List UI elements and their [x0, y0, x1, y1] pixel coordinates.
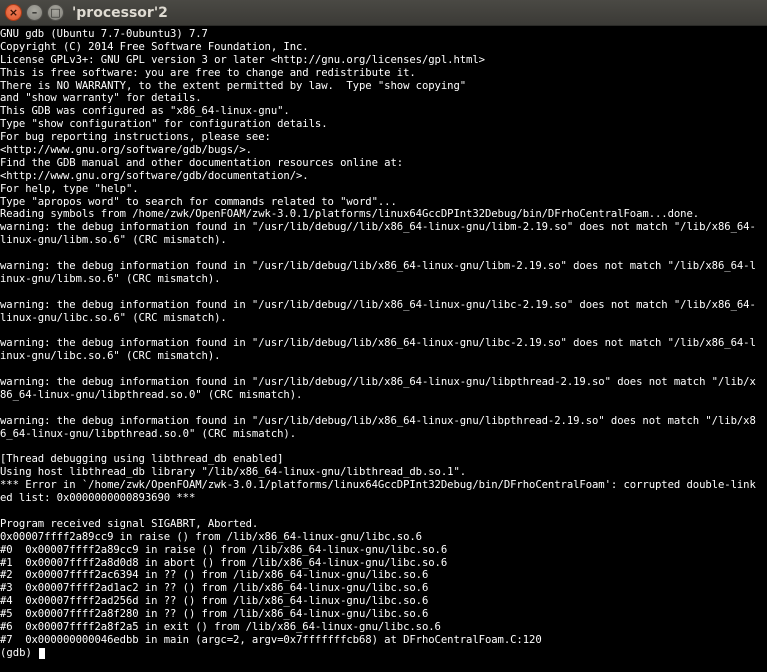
terminal-line: This GDB was configured as "x86_64-linux…	[0, 105, 290, 118]
terminal-line: 86_64-linux-gnu/libpthread.so.0" (CRC mi…	[0, 388, 303, 401]
terminal-line: There is NO WARRANTY, to the extent perm…	[0, 79, 467, 92]
title-bar[interactable]: × – □ 'processor'2	[0, 0, 767, 26]
maximize-window-button[interactable]: □	[47, 4, 64, 21]
terminal-line: #5 0x00007ffff2a8f280 in ?? () from /lib…	[0, 608, 429, 621]
terminal-line: #7 0x000000000046edbb in main (argc=2, a…	[0, 633, 542, 646]
terminal-line: Type "show configuration" for configurat…	[0, 118, 328, 131]
window-title: 'processor'2	[72, 5, 168, 21]
terminal-line: linux-gnu/libc.so.6" (CRC mismatch).	[0, 311, 227, 324]
minimize-window-button[interactable]: –	[26, 4, 43, 21]
terminal-line: #0 0x00007ffff2a89cc9 in raise () from /…	[0, 543, 448, 556]
terminal-line: This is free software: you are free to c…	[0, 66, 416, 79]
terminal-line: #1 0x00007ffff2a8d0d8 in abort () from /…	[0, 556, 448, 569]
minimize-icon: –	[31, 6, 38, 19]
terminal-line: For help, type "help".	[0, 182, 139, 195]
terminal-line: ed list: 0x0000000000893690 ***	[0, 492, 196, 505]
terminal-line: #2 0x00007ffff2ac6394 in ?? () from /lib…	[0, 569, 429, 582]
terminal-line: linux-gnu/libm.so.6" (CRC mismatch).	[0, 234, 227, 247]
terminal-output[interactable]: GNU gdb (Ubuntu 7.7-0ubuntu3) 7.7 Copyrig…	[0, 26, 767, 672]
terminal-line: warning: the debug information found in …	[0, 414, 756, 427]
terminal-line: inux-gnu/libm.so.6" (CRC mismatch).	[0, 272, 221, 285]
terminal-line: 0x00007ffff2a89cc9 in raise () from /lib…	[0, 530, 422, 543]
terminal-lines: GNU gdb (Ubuntu 7.7-0ubuntu3) 7.7 Copyrig…	[0, 28, 767, 647]
terminal-line: inux-gnu/libc.so.6" (CRC mismatch).	[0, 350, 221, 363]
close-icon: ×	[8, 6, 19, 19]
terminal-line: warning: the debug information found in …	[0, 298, 756, 311]
terminal-line: Using host libthread_db library "/lib/x8…	[0, 466, 467, 479]
gdb-prompt: (gdb)	[0, 646, 39, 659]
terminal-line: Find the GDB manual and other documentat…	[0, 156, 404, 169]
terminal-line: Reading symbols from /home/zwk/OpenFOAM/…	[0, 208, 700, 221]
terminal-window: × – □ 'processor'2 GNU gdb (Ubuntu 7.7-0…	[0, 0, 767, 672]
terminal-line: #4 0x00007ffff2ad256d in ?? () from /lib…	[0, 595, 429, 608]
maximize-icon: □	[50, 6, 61, 19]
terminal-line: warning: the debug information found in …	[0, 337, 756, 350]
terminal-line: Program received signal SIGABRT, Aborted…	[0, 517, 259, 530]
terminal-line: For bug reporting instructions, please s…	[0, 131, 271, 144]
terminal-line: warning: the debug information found in …	[0, 221, 756, 234]
terminal-line: Copyright (C) 2014 Free Software Foundat…	[0, 40, 309, 53]
terminal-line: <http://www.gnu.org/software/gdb/documen…	[0, 169, 309, 182]
terminal-line: #3 0x00007ffff2ad1ac2 in ?? () from /lib…	[0, 582, 429, 595]
terminal-line: warning: the debug information found in …	[0, 376, 756, 389]
terminal-line: [Thread debugging using libthread_db ena…	[0, 453, 284, 466]
close-window-button[interactable]: ×	[5, 4, 22, 21]
terminal-line: GNU gdb (Ubuntu 7.7-0ubuntu3) 7.7	[0, 28, 208, 40]
gdb-prompt-line[interactable]: (gdb)	[0, 647, 767, 660]
terminal-line: <http://www.gnu.org/software/gdb/bugs/>.	[0, 144, 252, 157]
terminal-line: #6 0x00007ffff2a8f2a5 in exit () from /l…	[0, 620, 441, 633]
terminal-line: License GPLv3+: GNU GPL version 3 or lat…	[0, 53, 485, 66]
terminal-line: Type "apropos word" to search for comman…	[0, 195, 397, 208]
terminal-line: and "show warranty" for details.	[0, 92, 202, 105]
text-cursor	[39, 647, 46, 659]
terminal-line: 6_64-linux-gnu/libpthread.so.0" (CRC mis…	[0, 427, 297, 440]
terminal-line: warning: the debug information found in …	[0, 260, 756, 273]
terminal-line: *** Error in `/home/zwk/OpenFOAM/zwk-3.0…	[0, 479, 756, 492]
